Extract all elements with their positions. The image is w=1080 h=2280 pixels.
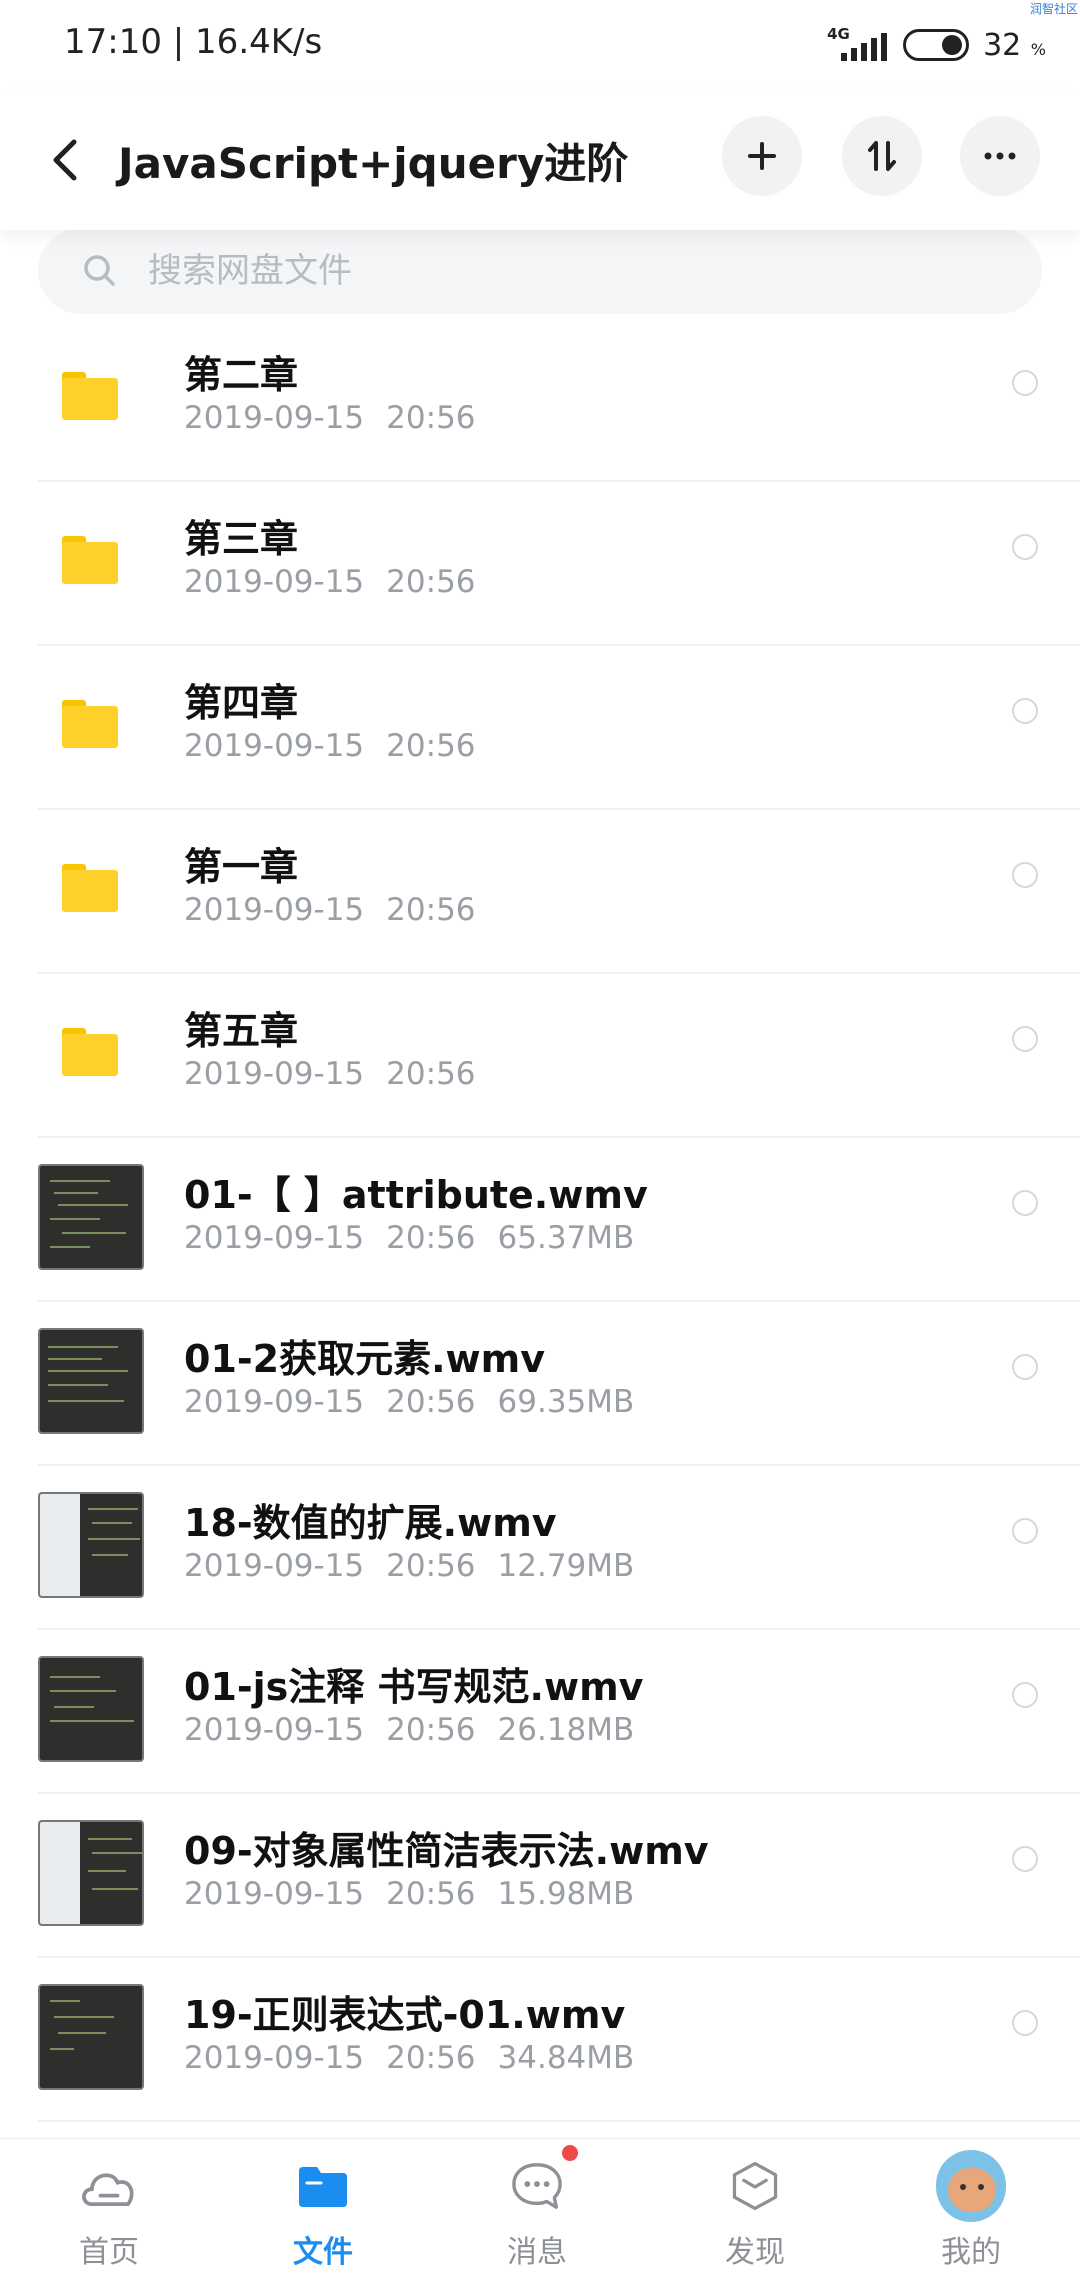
file-meta: 2019-09-15 20:56: [184, 892, 476, 928]
avatar-icon: [936, 2150, 1006, 2222]
search-input[interactable]: [148, 251, 948, 291]
nav-message-label: 消息: [507, 2235, 567, 2270]
folder-icon: [62, 700, 118, 748]
list-item[interactable]: 第四章 2019-09-15 20:56: [38, 646, 1080, 810]
select-checkbox[interactable]: [1012, 534, 1038, 560]
file-name: 第一章: [184, 845, 299, 889]
list-item[interactable]: 19-正则表达式-01.wmv 2019-09-15 20:56 34.84MB: [38, 1958, 1080, 2122]
list-item[interactable]: 第一章 2019-09-15 20:56: [38, 810, 1080, 974]
video-thumbnail: [38, 1820, 144, 1926]
list-item[interactable]: 01-2获取元素.wmv 2019-09-15 20:56 69.35MB: [38, 1302, 1080, 1466]
folder-icon: [62, 1028, 118, 1076]
box-icon: [732, 2161, 778, 2211]
file-name: 18-数值的扩展.wmv: [184, 1501, 557, 1545]
file-meta: 2019-09-15 20:56: [184, 564, 476, 600]
select-checkbox[interactable]: [1012, 370, 1038, 396]
file-meta: 2019-09-15 20:56 69.35MB: [184, 1384, 635, 1420]
nav-discover[interactable]: 发现: [680, 2147, 830, 2277]
unread-badge: [562, 2145, 578, 2161]
signal-icon: 4G: [827, 25, 889, 65]
battery-icon: [903, 29, 970, 61]
list-item[interactable]: 01-js注释 书写规范.wmv 2019-09-15 20:56 26.18MB: [38, 1630, 1080, 1794]
file-meta: 2019-09-15 20:56: [184, 1056, 476, 1092]
search-bar[interactable]: [38, 228, 1042, 314]
bottom-nav: 首页 文件 消息 发现 我的: [0, 2138, 1080, 2280]
plus-icon: [748, 142, 776, 170]
sort-button[interactable]: [842, 116, 922, 196]
nav-me-label: 我的: [941, 2235, 1001, 2270]
select-checkbox[interactable]: [1012, 862, 1038, 888]
list-item[interactable]: 09-对象属性简洁表示法.wmv 2019-09-15 20:56 15.98MB: [38, 1794, 1080, 1958]
list-item[interactable]: 第二章 2019-09-15 20:56: [38, 318, 1080, 482]
page-title: JavaScript+jquery进阶: [118, 139, 629, 188]
nav-file-label: 文件: [293, 2235, 353, 2270]
folder-icon: [62, 372, 118, 420]
nav-discover-label: 发现: [725, 2235, 785, 2270]
list-item[interactable]: 第三章 2019-09-15 20:56: [38, 482, 1080, 646]
file-name: 01-js注释 书写规范.wmv: [184, 1665, 644, 1709]
file-meta: 2019-09-15 20:56 26.18MB: [184, 1712, 635, 1748]
video-thumbnail: [38, 1656, 144, 1762]
file-meta: 2019-09-15 20:56 12.79MB: [184, 1548, 635, 1584]
video-thumbnail: [38, 1328, 144, 1434]
file-name: 01-【 】attribute.wmv: [184, 1173, 648, 1217]
nav-message[interactable]: 消息: [462, 2145, 612, 2277]
nav-me[interactable]: 我的: [896, 2147, 1046, 2277]
nav-home[interactable]: 首页: [34, 2147, 184, 2277]
chat-bubble-icon: [512, 2163, 562, 2209]
battery-level: 32 %: [983, 27, 1046, 63]
list-item[interactable]: 01-【 】attribute.wmv 2019-09-15 20:56 65.37…: [38, 1138, 1080, 1302]
file-name: 第四章: [184, 681, 299, 725]
folder-icon: [299, 2167, 347, 2207]
add-button[interactable]: [722, 116, 802, 196]
header: JavaScript+jquery进阶: [0, 90, 1080, 230]
file-name: 19-正则表达式-01.wmv: [184, 1993, 626, 2037]
file-meta: 2019-09-15 20:56 34.84MB: [184, 2040, 635, 2076]
status-bar: 17:10 | 16.4K/s 4G 32 % 润智社区: [0, 0, 1080, 90]
select-checkbox[interactable]: [1012, 1354, 1038, 1380]
file-name: 09-对象属性简洁表示法.wmv: [184, 1829, 709, 1873]
select-checkbox[interactable]: [1012, 1026, 1038, 1052]
select-checkbox[interactable]: [1012, 1846, 1038, 1872]
video-thumbnail: [38, 1164, 144, 1270]
file-meta: 2019-09-15 20:56: [184, 728, 476, 764]
video-thumbnail: [38, 1492, 144, 1598]
select-checkbox[interactable]: [1012, 1518, 1038, 1544]
list-item[interactable]: 18-数值的扩展.wmv 2019-09-15 20:56 12.79MB: [38, 1466, 1080, 1630]
sort-icon: [868, 141, 896, 171]
video-thumbnail: [38, 1984, 144, 2090]
select-checkbox[interactable]: [1012, 2010, 1038, 2036]
nav-file[interactable]: 文件: [248, 2147, 398, 2277]
file-list: 第二章 2019-09-15 20:56 第三章 2019-09-15 20:56 …: [0, 318, 1080, 2122]
file-name: 01-2获取元素.wmv: [184, 1337, 546, 1381]
status-time: 17:10 | 16.4K/s: [64, 22, 323, 62]
more-dots-icon: [984, 152, 1016, 160]
file-meta: 2019-09-15 20:56 15.98MB: [184, 1876, 635, 1912]
select-checkbox[interactable]: [1012, 1682, 1038, 1708]
more-button[interactable]: [960, 116, 1040, 196]
file-meta: 2019-09-15 20:56 65.37MB: [184, 1220, 635, 1256]
corner-watermark: 润智社区: [1029, 2, 1078, 16]
list-item[interactable]: 第五章 2019-09-15 20:56: [38, 974, 1080, 1138]
select-checkbox[interactable]: [1012, 698, 1038, 724]
back-button[interactable]: [42, 130, 92, 190]
file-meta: 2019-09-15 20:56: [184, 400, 476, 436]
file-name: 第三章: [184, 517, 299, 561]
search-icon: [84, 255, 115, 286]
file-name: 第五章: [184, 1009, 299, 1053]
cloud-home-icon: [82, 2173, 134, 2207]
folder-icon: [62, 536, 118, 584]
nav-home-label: 首页: [79, 2235, 139, 2270]
back-arrow-icon: [53, 139, 77, 181]
file-name: 第二章: [184, 353, 299, 397]
folder-icon: [62, 864, 118, 912]
select-checkbox[interactable]: [1012, 1190, 1038, 1216]
status-indicators: 4G 32 %: [827, 20, 1046, 70]
